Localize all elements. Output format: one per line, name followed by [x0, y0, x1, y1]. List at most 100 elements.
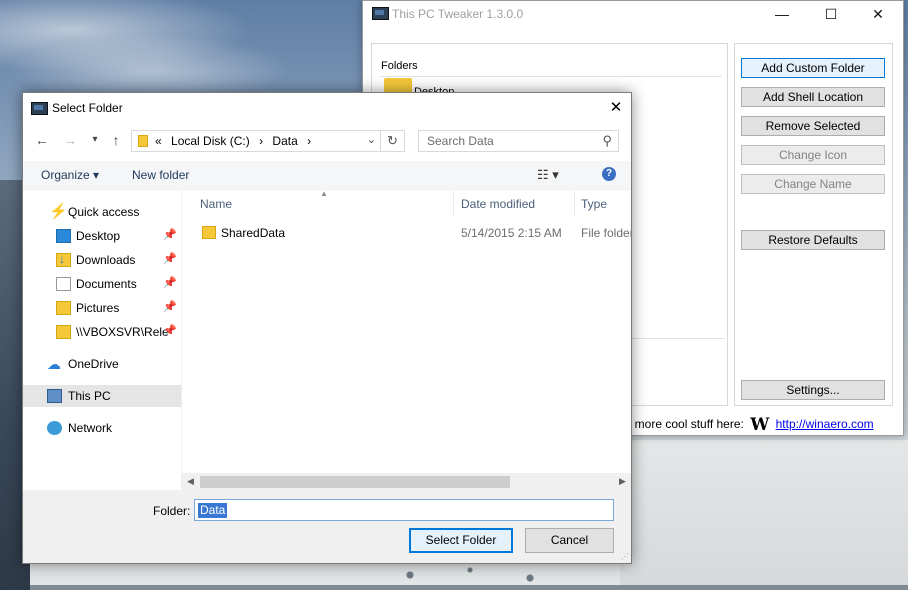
column-divider[interactable]	[453, 191, 454, 215]
app-icon	[31, 102, 48, 115]
this-pc-icon	[47, 389, 62, 403]
downloads-icon	[56, 252, 71, 267]
nav-item-onedrive[interactable]: ☁ OneDrive	[23, 353, 181, 375]
recent-locations-icon[interactable]: ▾	[86, 131, 104, 149]
pin-icon[interactable]: 📌	[163, 252, 177, 265]
nav-item-label: This PC	[68, 389, 111, 403]
breadcrumb-overflow[interactable]: «	[155, 134, 162, 148]
nav-item-vboxsvr[interactable]: \\VBOXSVR\Rele 📌	[23, 321, 181, 343]
nav-item-network[interactable]: Network	[23, 417, 181, 439]
scroll-right-icon[interactable]: ▶	[614, 473, 631, 490]
footer-text: t more cool stuff here:	[628, 417, 744, 431]
star-icon: ⚡	[49, 203, 68, 220]
footer: t more cool stuff here: W http://winaero…	[628, 415, 874, 435]
scroll-left-icon[interactable]: ◀	[182, 473, 199, 490]
sort-up-icon: ▲	[320, 191, 328, 198]
button-panel: Add Custom Folder Add Shell Location Rem…	[734, 43, 893, 406]
dialog-title: Select Folder	[52, 101, 123, 115]
new-folder-button[interactable]: New folder	[132, 168, 189, 182]
winaero-logo-icon: W	[750, 415, 770, 435]
up-arrow-icon[interactable]: ↑	[107, 131, 125, 149]
tweaker-titlebar[interactable]: This PC Tweaker 1.3.0.0 — ☐ ✕	[363, 1, 903, 29]
select-folder-button[interactable]: Select Folder	[409, 528, 513, 553]
restore-defaults-button[interactable]: Restore Defaults	[741, 230, 885, 250]
dialog-titlebar[interactable]: Select Folder ✕	[23, 93, 631, 123]
pin-icon[interactable]: 📌	[163, 228, 177, 241]
settings-button[interactable]: Settings...	[741, 380, 885, 400]
nav-item-label: OneDrive	[68, 357, 119, 371]
change-name-button[interactable]: Change Name	[741, 174, 885, 194]
breadcrumb-separator[interactable]: ›	[259, 134, 263, 148]
resize-grip-icon[interactable]: ⋰	[621, 552, 629, 561]
back-arrow-icon[interactable]: ←	[33, 131, 51, 149]
folder-name-value: Data	[198, 503, 228, 518]
file-type: File folder	[581, 226, 631, 240]
cancel-button[interactable]: Cancel	[525, 528, 614, 553]
nav-item-desktop[interactable]: Desktop 📌	[23, 225, 181, 247]
nav-item-label: Quick access	[68, 205, 140, 219]
folders-label: Folders	[381, 60, 418, 72]
navigation-bar: ← → ▾ ↑ « Local Disk (C:) › Data › ⌄ ↻ S…	[23, 127, 631, 155]
nav-item-label: Desktop	[76, 229, 121, 243]
nav-item-this-pc[interactable]: This PC	[23, 385, 181, 407]
refresh-icon[interactable]: ↻	[381, 130, 405, 152]
tweaker-title: This PC Tweaker 1.3.0.0	[392, 7, 524, 21]
command-bar: Organize ▾ New folder ☷ ▾ ?	[23, 161, 631, 190]
select-folder-dialog: Select Folder ✕ ← → ▾ ↑ « Local Disk (C:…	[22, 92, 632, 564]
folder-name-field[interactable]: Data	[194, 499, 614, 521]
view-options-icon[interactable]: ☷ ▾	[537, 167, 559, 183]
search-input[interactable]: Search Data ⚲	[418, 130, 619, 152]
maximize-icon[interactable]: ☐	[808, 1, 854, 29]
winaero-link[interactable]: http://winaero.com	[776, 417, 874, 431]
horizontal-scrollbar[interactable]: ◀ ▶	[182, 473, 631, 490]
dialog-footer: Folder: Data Select Folder Cancel ⋰	[23, 490, 631, 563]
pin-icon[interactable]: 📌	[163, 276, 177, 289]
column-header-name[interactable]: Name	[200, 197, 232, 211]
nav-item-label: Documents	[76, 277, 137, 291]
file-name: SharedData	[221, 226, 286, 240]
pin-icon[interactable]: 📌	[163, 300, 177, 313]
nav-item-quick-access[interactable]: ⚡ Quick access	[23, 201, 181, 223]
search-placeholder: Search Data	[427, 134, 494, 148]
folder-label: Folder:	[153, 504, 191, 518]
organize-button[interactable]: Organize ▾	[41, 168, 99, 182]
column-header-date-modified[interactable]: Date modified	[461, 197, 535, 211]
chevron-down-icon[interactable]: ⌄	[367, 133, 376, 146]
folder-icon	[138, 135, 148, 147]
folder-icon	[202, 226, 216, 239]
nav-item-pictures[interactable]: Pictures 📌	[23, 297, 181, 319]
close-icon[interactable]: ✕	[855, 1, 901, 29]
nav-item-label: \\VBOXSVR\Rele	[76, 325, 169, 339]
breadcrumb-separator[interactable]: ›	[307, 134, 311, 148]
nav-item-label: Network	[68, 421, 113, 435]
add-shell-location-button[interactable]: Add Shell Location	[741, 87, 885, 107]
breadcrumb: « Local Disk (C:) › Data ›	[155, 134, 317, 148]
pin-icon[interactable]: 📌	[163, 324, 177, 337]
help-icon[interactable]: ?	[602, 167, 616, 181]
file-list[interactable]: ▲ Name Date modified Type SharedData 5/1…	[182, 191, 631, 473]
nav-item-label: Pictures	[76, 301, 120, 315]
desktop-icon	[56, 229, 71, 243]
navigation-pane: ⚡ Quick access Desktop 📌 Downloads 📌 Doc…	[23, 191, 182, 489]
nav-item-label: Downloads	[76, 253, 136, 267]
column-divider[interactable]	[574, 191, 575, 215]
breadcrumb-local-disk[interactable]: Local Disk (C:)	[171, 134, 250, 148]
divider	[380, 76, 722, 77]
breadcrumb-data[interactable]: Data	[272, 134, 297, 148]
close-icon[interactable]: ✕	[601, 93, 631, 123]
nav-item-downloads[interactable]: Downloads 📌	[23, 249, 181, 271]
remove-selected-button[interactable]: Remove Selected	[741, 116, 885, 136]
onedrive-icon: ☁	[47, 356, 61, 372]
add-custom-folder-button[interactable]: Add Custom Folder	[741, 58, 885, 78]
pictures-icon	[56, 301, 71, 315]
column-header-type[interactable]: Type	[581, 197, 607, 211]
change-icon-button[interactable]: Change Icon	[741, 145, 885, 165]
nav-item-documents[interactable]: Documents 📌	[23, 273, 181, 295]
address-bar[interactable]: « Local Disk (C:) › Data › ⌄	[131, 130, 381, 152]
forward-arrow-icon[interactable]: →	[61, 131, 79, 149]
scroll-thumb[interactable]	[200, 476, 510, 488]
minimize-icon[interactable]: —	[759, 1, 805, 29]
file-date: 5/14/2015 2:15 AM	[461, 226, 562, 240]
table-row[interactable]: SharedData 5/14/2015 2:15 AM File folder	[198, 224, 631, 244]
app-icon	[372, 7, 389, 20]
